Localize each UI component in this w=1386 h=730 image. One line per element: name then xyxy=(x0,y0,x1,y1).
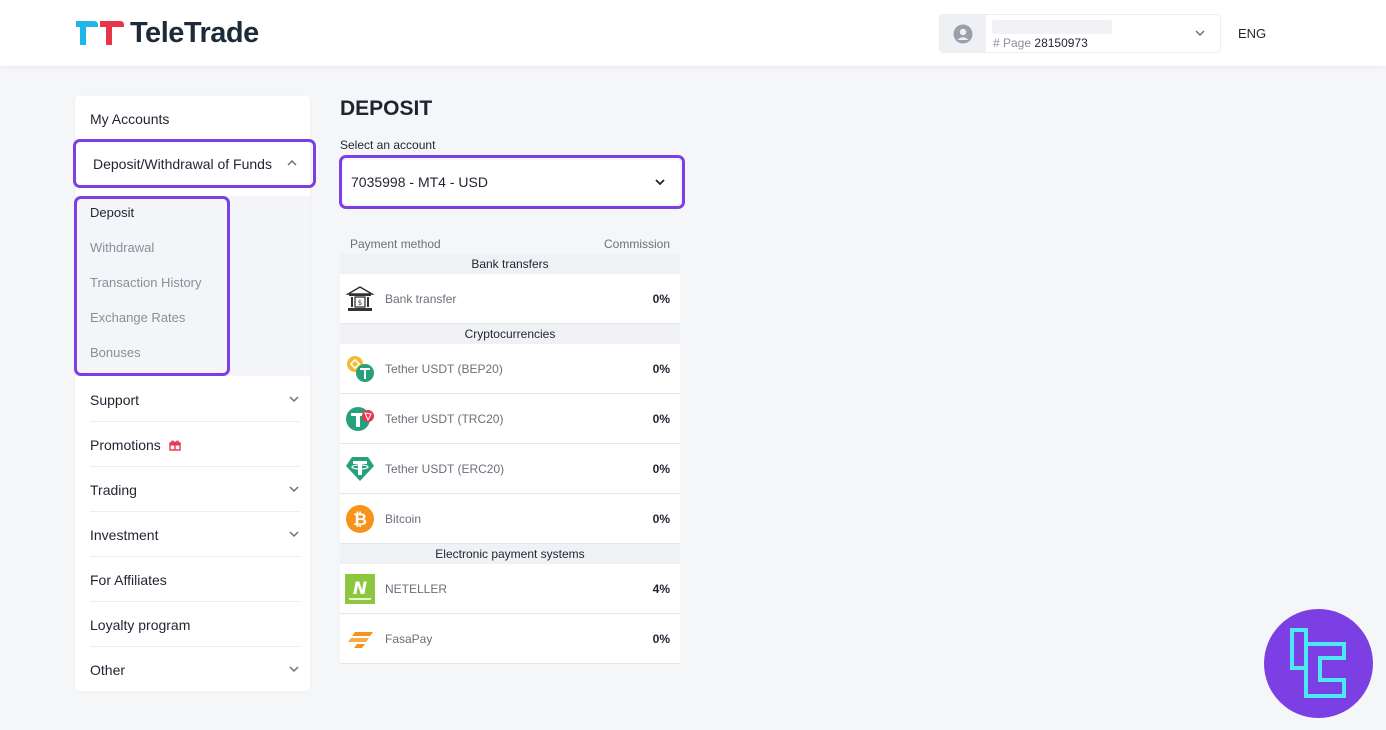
sidebar-item-label: Investment xyxy=(90,526,159,543)
payment-row-bitcoin[interactable]: ₿ Bitcoin 0% xyxy=(340,494,680,544)
svg-text:N: N xyxy=(353,579,367,599)
payment-method-name: Tether USDT (BEP20) xyxy=(385,362,503,376)
submenu-bonuses[interactable]: Bonuses xyxy=(90,345,141,360)
sidebar-item-label: My Accounts xyxy=(90,110,170,127)
funds-submenu: Deposit Withdrawal Transaction History E… xyxy=(75,196,310,376)
chevron-down-icon xyxy=(655,179,665,186)
payment-commission: 4% xyxy=(652,582,670,596)
neteller-icon: N xyxy=(345,574,375,604)
submenu-exchange-rates[interactable]: Exchange Rates xyxy=(90,310,185,325)
payment-row-neteller[interactable]: N NETELLER 4% xyxy=(340,564,680,614)
tc-logo-icon xyxy=(1289,627,1346,698)
top-header: TeleTrade # Page 28150973 ENG xyxy=(0,0,1386,66)
svg-text:₿: ₿ xyxy=(353,510,367,530)
column-commission: Commission xyxy=(603,237,670,251)
column-payment-method: Payment method xyxy=(350,237,441,251)
language-selector[interactable]: ENG xyxy=(1238,26,1266,41)
sidebar-item-label: Other xyxy=(90,661,126,678)
sidebar-item-other[interactable]: Other xyxy=(75,647,310,692)
payment-method-name: NETELLER xyxy=(385,582,448,596)
payment-commission: 0% xyxy=(652,292,670,306)
submenu-withdrawal[interactable]: Withdrawal xyxy=(90,240,154,255)
account-page-id: # Page 28150973 xyxy=(993,36,1088,50)
payment-row-bank-transfer[interactable]: $ Bank transfer 0% xyxy=(340,274,680,324)
user-icon xyxy=(953,24,973,43)
chevron-down-icon xyxy=(289,531,299,538)
brand-logo[interactable]: TeleTrade xyxy=(74,16,259,49)
chevron-up-icon xyxy=(287,159,297,166)
sidebar-item-for-affiliates[interactable]: For Affiliates xyxy=(75,557,310,602)
payment-row-tether-trc20[interactable]: Tether USDT (TRC20) 0% xyxy=(340,394,680,444)
teletrade-logo-icon xyxy=(76,21,124,45)
sidebar-item-support[interactable]: Support xyxy=(75,377,310,422)
sidebar-item-label: Deposit/Withdrawal of Funds xyxy=(93,155,272,172)
submenu-transaction-history[interactable]: Transaction History xyxy=(90,275,202,290)
brand-name: TeleTrade xyxy=(130,16,259,49)
sidebar-item-label: Trading xyxy=(90,481,137,498)
account-select-label: Select an account xyxy=(340,138,436,152)
chevron-down-icon xyxy=(289,666,299,673)
chevron-down-icon xyxy=(289,486,299,493)
payment-method-name: Tether USDT (TRC20) xyxy=(385,412,504,426)
avatar xyxy=(940,15,986,52)
tether-trc20-icon xyxy=(346,407,374,431)
account-name-masked xyxy=(992,20,1112,34)
payment-commission: 0% xyxy=(652,512,670,526)
gift-icon xyxy=(169,440,181,451)
sidebar-item-trading[interactable]: Trading xyxy=(75,467,310,512)
tether-erc20-icon xyxy=(346,457,374,481)
sidebar-item-label: Loyalty program xyxy=(90,616,191,633)
payment-commission: 0% xyxy=(652,412,670,426)
svg-text:$: $ xyxy=(358,299,362,307)
payment-method-name: Tether USDT (ERC20) xyxy=(385,462,505,476)
payment-row-fasapay[interactable]: FasaPay 0% xyxy=(340,614,680,664)
sidebar-nav: My Accounts Deposit/Withdrawal of Funds … xyxy=(75,96,310,691)
sidebar-item-promotions[interactable]: Promotions xyxy=(75,422,310,467)
payment-method-name: Bitcoin xyxy=(385,512,422,526)
payment-commission: 0% xyxy=(652,462,670,476)
account-switcher[interactable]: # Page 28150973 xyxy=(939,14,1221,53)
chevron-down-icon xyxy=(289,396,299,403)
submenu-deposit[interactable]: Deposit xyxy=(90,205,134,220)
payment-method-name: Bank transfer xyxy=(385,292,457,306)
sidebar-item-label: For Affiliates xyxy=(90,571,167,588)
account-select-value: 7035998 - MT4 - USD xyxy=(351,174,488,190)
account-select[interactable]: 7035998 - MT4 - USD xyxy=(343,160,680,204)
payment-commission: 0% xyxy=(652,362,670,376)
bank-icon: $ xyxy=(345,286,375,311)
category-cryptocurrencies: Cryptocurrencies xyxy=(340,324,680,344)
page-title: DEPOSIT xyxy=(340,97,433,120)
tether-bep20-icon xyxy=(347,356,374,382)
corner-logo-watermark xyxy=(1264,609,1373,718)
sidebar-item-label: Promotions xyxy=(90,436,161,453)
sidebar-item-label: Support xyxy=(90,391,140,408)
fasapay-icon xyxy=(348,632,373,648)
chevron-down-icon xyxy=(1195,30,1205,37)
sidebar-item-my-accounts[interactable]: My Accounts xyxy=(75,96,310,141)
sidebar-item-deposit-withdrawal[interactable]: Deposit/Withdrawal of Funds xyxy=(75,141,310,186)
payment-method-name: FasaPay xyxy=(385,632,433,646)
sidebar-item-loyalty-program[interactable]: Loyalty program xyxy=(75,602,310,647)
payment-commission: 0% xyxy=(652,632,670,646)
payment-row-tether-bep20[interactable]: Tether USDT (BEP20) 0% xyxy=(340,344,680,394)
sidebar-item-investment[interactable]: Investment xyxy=(75,512,310,557)
category-bank-transfers: Bank transfers xyxy=(340,254,680,274)
payment-table-header: Payment method Commission xyxy=(340,236,680,254)
bitcoin-icon: ₿ xyxy=(346,505,374,533)
category-electronic-payment-systems: Electronic payment systems xyxy=(340,544,680,564)
payment-row-tether-erc20[interactable]: Tether USDT (ERC20) 0% xyxy=(340,444,680,494)
